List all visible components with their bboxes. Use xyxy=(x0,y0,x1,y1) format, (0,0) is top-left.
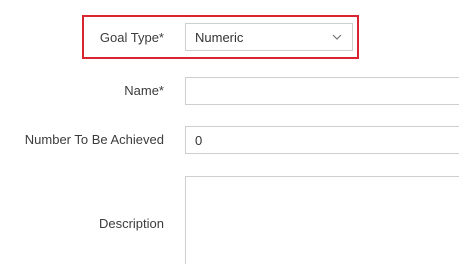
chevron-down-icon xyxy=(331,30,343,42)
description-textarea[interactable] xyxy=(185,176,459,264)
name-label: Name* xyxy=(124,83,164,98)
name-input[interactable] xyxy=(185,77,459,105)
goal-form: Goal Type* Numeric Name* Number To Be Ac… xyxy=(0,0,459,264)
number-to-be-achieved-value: 0 xyxy=(195,133,203,148)
number-to-be-achieved-input[interactable]: 0 xyxy=(185,126,459,154)
description-label: Description xyxy=(98,216,164,231)
goal-type-label: Goal Type* xyxy=(99,30,164,45)
number-to-be-achieved-label: Number To Be Achieved xyxy=(24,132,164,147)
goal-type-selected-value: Numeric xyxy=(195,30,244,45)
goal-type-select[interactable]: Numeric xyxy=(185,23,353,51)
